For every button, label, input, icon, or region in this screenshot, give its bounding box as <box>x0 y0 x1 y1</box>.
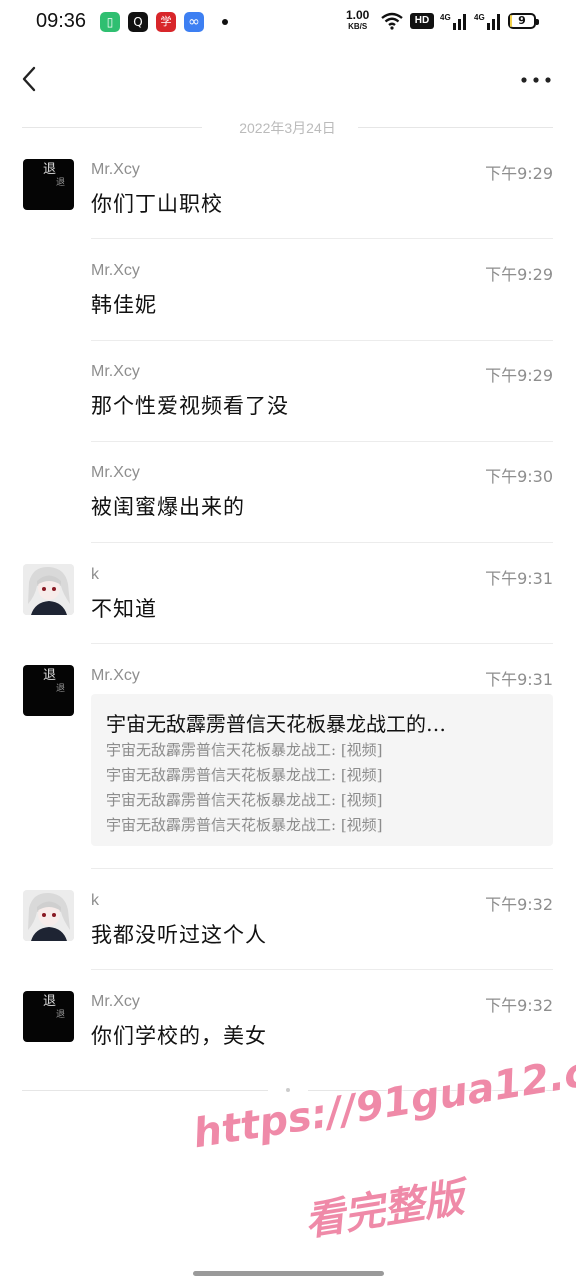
message-time: 下午9:30 <box>485 467 553 486</box>
sender-name: Mr.Xcy <box>91 363 140 380</box>
svg-text:4G: 4G <box>440 13 451 22</box>
blue-loop-app-icon: ∞ <box>184 12 204 32</box>
home-indicator[interactable] <box>193 1271 384 1276</box>
green-app-icon: ▯ <box>100 12 120 32</box>
avatar[interactable]: 退退 <box>23 159 74 210</box>
more-horizontal-icon[interactable] <box>516 66 556 94</box>
network-speed: 1.00 KB/S <box>346 8 370 31</box>
cell-signal-1-icon: 4G <box>440 13 466 30</box>
card-title: 宇宙无敌霹雳普信天花板暴龙战工的… <box>106 712 446 736</box>
sender-name: Mr.Xcy <box>91 993 140 1010</box>
message-text: 我都没听过这个人 <box>91 923 267 947</box>
message-text: 你们丁山职校 <box>91 192 223 216</box>
message-time: 下午9:31 <box>485 569 553 588</box>
message-text: 被闺蜜爆出来的 <box>91 495 245 519</box>
message-divider <box>91 643 553 644</box>
battery-icon: 9 <box>508 13 539 29</box>
q-app-icon: Q <box>128 12 148 32</box>
anime-girl-avatar-icon <box>23 890 74 941</box>
message-time: 下午9:32 <box>485 895 553 914</box>
message-divider <box>91 238 553 239</box>
sender-name: Mr.Xcy <box>91 262 140 279</box>
svg-text:4G: 4G <box>474 13 485 22</box>
wifi-icon <box>381 12 403 30</box>
sender-name: Mr.Xcy <box>91 161 140 178</box>
avatar[interactable] <box>23 564 74 615</box>
chevron-left-icon[interactable] <box>14 62 48 96</box>
message-text: 韩佳妮 <box>91 293 157 317</box>
message-time: 下午9:29 <box>485 164 553 183</box>
chat-record-card[interactable]: 宇宙无敌霹雳普信天花板暴龙战工的… 宇宙无敌霹雳普信天花板暴龙战工: [视频] … <box>91 694 553 846</box>
anime-girl-avatar-icon <box>23 564 74 615</box>
message-divider <box>91 542 553 543</box>
card-line: 宇宙无敌霹雳普信天花板暴龙战工: [视频] <box>106 791 383 809</box>
watermark-caption: 看完整版 <box>301 1174 467 1246</box>
message-text: 你们学校的，美女 <box>91 1024 267 1048</box>
message-time: 下午9:31 <box>485 670 553 689</box>
card-line: 宇宙无敌霹雳普信天花板暴龙战工: [视频] <box>106 741 383 759</box>
sender-name: k <box>91 892 99 909</box>
red-app-icon: 学 <box>156 12 176 32</box>
card-line: 宇宙无敌霹雳普信天花板暴龙战工: [视频] <box>106 766 383 784</box>
avatar[interactable] <box>23 890 74 941</box>
message-divider <box>91 868 553 869</box>
message-text: 那个性爱视频看了没 <box>91 394 289 418</box>
battery-level <box>510 15 513 27</box>
notification-dot-icon <box>222 19 228 25</box>
date-divider: 2022年3月24日 <box>22 116 553 138</box>
message-time: 下午9:32 <box>485 996 553 1015</box>
card-line: 宇宙无敌霹雳普信天花板暴龙战工: [视频] <box>106 816 383 834</box>
message-text: 不知道 <box>91 597 157 621</box>
hd-icon: HD <box>410 13 434 29</box>
avatar[interactable]: 退退 <box>23 665 74 716</box>
message-time: 下午9:29 <box>485 265 553 284</box>
status-time: 09:36 <box>36 10 87 32</box>
cell-signal-2-icon: 4G <box>474 13 500 30</box>
sender-name: k <box>91 566 99 583</box>
message-divider <box>91 441 553 442</box>
sender-name: Mr.Xcy <box>91 667 140 684</box>
message-divider <box>91 340 553 341</box>
message-time: 下午9:29 <box>485 366 553 385</box>
sender-name: Mr.Xcy <box>91 464 140 481</box>
avatar[interactable]: 退退 <box>23 991 74 1042</box>
status-bar: 09:36 ▯ Q 学 ∞ 1.00 KB/S HD 4G 4G 9 <box>0 0 576 44</box>
message-divider <box>91 969 553 970</box>
